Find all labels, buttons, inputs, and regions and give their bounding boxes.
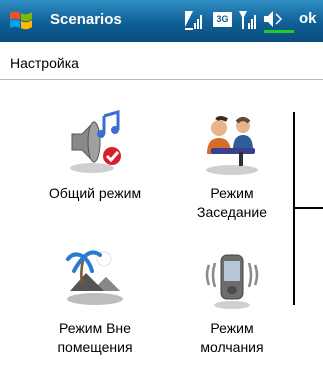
volume-battery-icon[interactable] bbox=[262, 8, 296, 34]
signal-icon[interactable] bbox=[184, 9, 206, 31]
outdoor-palm-icon bbox=[66, 250, 123, 305]
scenario-tile-outdoor[interactable]: Режим Вне помещения bbox=[35, 245, 155, 357]
3g-icon[interactable]: 3G bbox=[213, 12, 232, 27]
scenario-tile-general[interactable]: Общий режим bbox=[35, 110, 155, 203]
scenario-label: Общий режим bbox=[48, 185, 142, 201]
signal-icon[interactable] bbox=[238, 9, 260, 31]
scenario-tile-meeting[interactable]: Режим Заседание bbox=[172, 110, 292, 222]
speaker-music-icon bbox=[70, 110, 121, 173]
ok-button[interactable]: ok bbox=[299, 10, 317, 27]
scenario-label: Режим молчания bbox=[200, 320, 264, 355]
meeting-people-icon bbox=[206, 116, 258, 175]
title-bar: Scenarios 3G ok bbox=[0, 0, 323, 42]
scenario-label: Режим Вне помещения bbox=[57, 320, 133, 355]
scrollbar-marker[interactable] bbox=[293, 207, 323, 209]
scenario-tile-silent[interactable]: Режим молчания bbox=[172, 245, 292, 357]
header-divider bbox=[0, 79, 323, 80]
vibrating-phone-icon bbox=[205, 254, 259, 309]
page-subtitle: Настройка bbox=[10, 55, 79, 71]
status-tray: 3G ok bbox=[0, 8, 323, 36]
scenario-label: Режим Заседание bbox=[196, 185, 267, 220]
